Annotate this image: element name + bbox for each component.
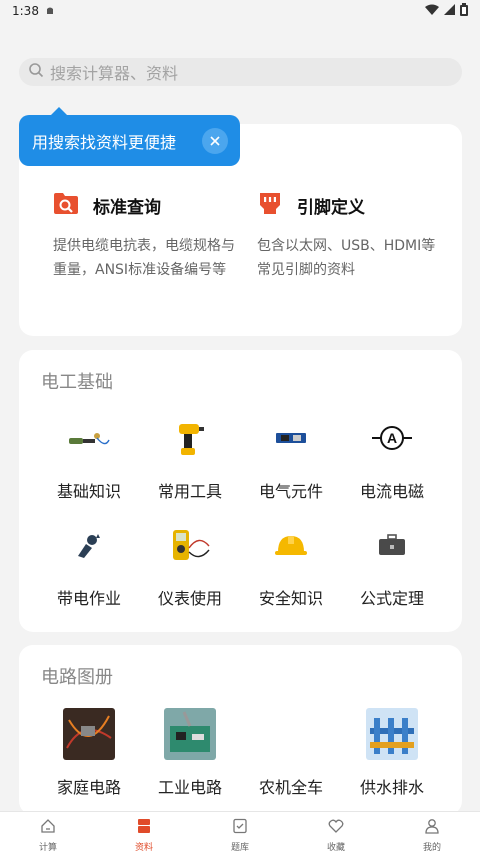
wifi-icon xyxy=(425,4,439,18)
search-placeholder: 搜索计算器、资料 xyxy=(50,64,179,83)
grid-item-formulas[interactable]: 公式定理 xyxy=(342,519,442,609)
grid-item-label: 电流电磁 xyxy=(359,482,424,501)
helmet-icon xyxy=(241,519,341,571)
checklist-icon xyxy=(232,818,248,838)
tab-label: 资料 xyxy=(134,843,153,853)
grid-item-label: 农机全车 xyxy=(258,778,323,797)
grid-item-label: 带电作业 xyxy=(56,589,121,608)
book-icon xyxy=(136,818,152,838)
status-time: 1:38 xyxy=(12,4,39,18)
grid-item-label: 安全知识 xyxy=(258,589,323,608)
tab-label: 题库 xyxy=(230,843,249,853)
electrical-basics-card: 电工基础 基础知识 常用工具 电气元件 A 电流电磁 带电作业 仪表使用 安全知… xyxy=(19,350,462,632)
soldering-iron-icon xyxy=(39,412,139,464)
drill-icon xyxy=(140,412,240,464)
toolbox-icon xyxy=(342,519,442,571)
grid-item-home-circuit[interactable]: 家庭电路 xyxy=(39,708,139,798)
tab-label: 我的 xyxy=(422,843,441,853)
tab-favorites[interactable]: 收藏 xyxy=(288,812,384,853)
heart-icon xyxy=(328,818,344,838)
signal-icon xyxy=(444,4,455,18)
notification-icon xyxy=(45,4,55,18)
tab-label: 计算 xyxy=(38,843,57,853)
tab-profile[interactable]: 我的 xyxy=(384,812,480,853)
tooltip-text: 用搜索找资料更便捷 xyxy=(32,132,177,152)
industrial-circuit-photo xyxy=(140,708,240,760)
grid-item-label: 供水排水 xyxy=(359,778,424,797)
search-icon xyxy=(28,62,44,82)
grid-item-tractor[interactable]: 农机全车 xyxy=(241,708,341,798)
search-input[interactable]: 搜索计算器、资料 xyxy=(19,58,462,86)
grid-item-meters[interactable]: 仪表使用 xyxy=(140,519,240,609)
live-work-icon xyxy=(39,519,139,571)
circuit-board-icon xyxy=(241,412,341,464)
grid-item-label: 家庭电路 xyxy=(56,778,121,797)
status-bar: 1:38 xyxy=(0,0,480,22)
tab-label: 收藏 xyxy=(326,843,345,853)
home-circuit-photo xyxy=(39,708,139,760)
feature-title: 引脚定义 xyxy=(297,197,365,218)
grid-item-basics[interactable]: 基础知识 xyxy=(39,412,139,502)
feature-pin-definition[interactable]: 引脚定义 包含以太网、USB、HDMI等常见引脚的资料 xyxy=(257,190,447,282)
tab-question-bank[interactable]: 题库 xyxy=(192,812,288,853)
ammeter-icon: A xyxy=(342,412,442,464)
grid-item-current[interactable]: A 电流电磁 xyxy=(342,412,442,502)
grid-item-label: 公式定理 xyxy=(359,589,424,608)
section-title: 电工基础 xyxy=(41,372,113,393)
home-icon xyxy=(40,818,56,838)
close-icon[interactable] xyxy=(202,128,228,154)
folder-search-icon xyxy=(53,190,79,220)
grid-item-label: 仪表使用 xyxy=(157,589,222,608)
section-title: 电路图册 xyxy=(41,667,113,688)
tractor-icon xyxy=(241,708,341,760)
grid-item-label: 常用工具 xyxy=(157,482,222,501)
feature-title: 标准查询 xyxy=(93,197,161,218)
grid-item-industrial-circuit[interactable]: 工业电路 xyxy=(140,708,240,798)
grid-item-live-work[interactable]: 带电作业 xyxy=(39,519,139,609)
feature-standard-query[interactable]: 标准查询 提供电缆电抗表，电缆规格与重量，ANSI标准设备编号等 xyxy=(53,190,243,282)
grid-item-tools[interactable]: 常用工具 xyxy=(140,412,240,502)
search-tip-tooltip: 用搜索找资料更便捷 xyxy=(19,107,240,166)
battery-icon xyxy=(460,3,468,19)
tab-materials[interactable]: 资料 xyxy=(96,812,192,853)
feature-desc: 提供电缆电抗表，电缆规格与重量，ANSI标准设备编号等 xyxy=(53,238,235,278)
bottom-tab-bar: 计算 资料 题库 收藏 我的 xyxy=(0,811,480,853)
grid-item-components[interactable]: 电气元件 xyxy=(241,412,341,502)
water-supply-photo xyxy=(342,708,442,760)
connector-icon xyxy=(257,190,283,220)
grid-item-water-supply[interactable]: 供水排水 xyxy=(342,708,442,798)
user-icon xyxy=(424,818,440,838)
circuit-atlas-card: 电路图册 家庭电路 工业电路 农机全车 供水排水 xyxy=(19,645,462,815)
svg-text:A: A xyxy=(387,430,397,446)
grid-item-label: 电气元件 xyxy=(258,482,323,501)
grid-item-safety[interactable]: 安全知识 xyxy=(241,519,341,609)
multimeter-icon xyxy=(140,519,240,571)
feature-desc: 包含以太网、USB、HDMI等常见引脚的资料 xyxy=(257,238,436,278)
tab-calculate[interactable]: 计算 xyxy=(0,812,96,853)
grid-item-label: 基础知识 xyxy=(56,482,121,501)
grid-item-label: 工业电路 xyxy=(157,778,222,797)
